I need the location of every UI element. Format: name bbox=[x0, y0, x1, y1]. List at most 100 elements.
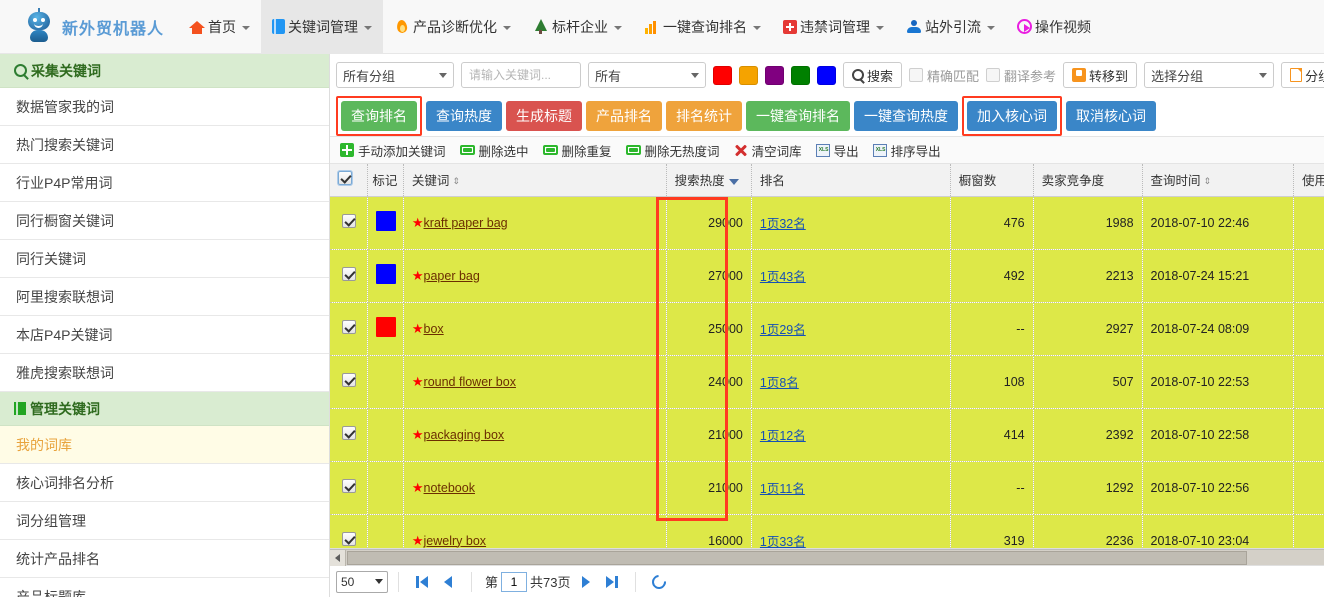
sidebar-item-1-3[interactable]: 行业P4P常用词 bbox=[0, 164, 329, 202]
row-tool-7[interactable]: 排序导出 bbox=[872, 141, 941, 160]
mark-color-swatch[interactable] bbox=[375, 211, 396, 231]
row-checkbox-cell[interactable] bbox=[330, 514, 369, 548]
rank-link[interactable]: 1页29名 bbox=[760, 323, 806, 337]
color-swatch-4[interactable] bbox=[791, 65, 810, 85]
sidebar-item-1-6[interactable]: 阿里搜索联想词 bbox=[0, 278, 329, 316]
action-tab-4[interactable]: 产品排名 bbox=[586, 101, 662, 131]
row-tool-5[interactable]: 清空词库 bbox=[734, 141, 802, 160]
select-all-checkbox[interactable] bbox=[338, 171, 352, 186]
row-checkbox-cell[interactable] bbox=[330, 249, 369, 303]
action-tab-8[interactable]: 加入核心词 bbox=[967, 101, 1057, 131]
mark-color-swatch[interactable] bbox=[375, 264, 396, 284]
nav-item-2[interactable]: 关键词管理 bbox=[261, 0, 384, 54]
rank-cell[interactable]: 1页12名 bbox=[751, 408, 951, 462]
sidebar-item-2-4[interactable]: 统计产品排名 bbox=[0, 540, 329, 578]
row-checkbox[interactable] bbox=[341, 426, 356, 440]
action-tab-1[interactable]: 查询排名 bbox=[341, 101, 417, 131]
rank-link[interactable]: 1页8名 bbox=[760, 376, 799, 390]
star-icon[interactable]: ★ bbox=[412, 215, 424, 230]
star-icon[interactable]: ★ bbox=[412, 427, 424, 442]
refresh-button[interactable] bbox=[646, 571, 672, 593]
rank-cell[interactable]: 1页8名 bbox=[751, 355, 951, 409]
rank-link[interactable]: 1页12名 bbox=[760, 429, 806, 443]
star-icon[interactable]: ★ bbox=[412, 321, 424, 336]
sidebar-item-1-1[interactable]: 数据管家我的词 bbox=[0, 88, 329, 126]
star-icon[interactable]: ★ bbox=[412, 533, 424, 548]
keyword-link[interactable]: notebook bbox=[424, 481, 475, 495]
group-pick-select[interactable]: 选择分组 bbox=[1144, 62, 1275, 88]
sidebar-item-2-2[interactable]: 核心词排名分析 bbox=[0, 464, 329, 502]
rank-cell[interactable]: 1页32名 bbox=[751, 196, 951, 250]
sidebar-item-2-5[interactable]: 产品标题库 bbox=[0, 578, 329, 597]
row-tool-6[interactable]: 导出 bbox=[815, 141, 859, 160]
mark-color-cell[interactable] bbox=[367, 249, 404, 303]
row-checkbox[interactable] bbox=[341, 532, 356, 546]
scrollbar-thumb[interactable] bbox=[347, 550, 1247, 565]
action-tab-7[interactable]: 一键查询热度 bbox=[854, 101, 958, 131]
row-checkbox-cell[interactable] bbox=[330, 196, 369, 250]
keyword-cell[interactable]: ★notebook bbox=[403, 461, 667, 515]
sidebar-item-2-1[interactable]: 我的词库 bbox=[0, 426, 329, 464]
mark-color-cell[interactable] bbox=[367, 302, 404, 356]
scroll-left-arrow[interactable] bbox=[330, 549, 346, 566]
rank-cell[interactable]: 1页29名 bbox=[751, 302, 951, 356]
nav-item-6[interactable]: 违禁词管理 bbox=[772, 0, 895, 54]
row-tool-4[interactable]: 删除无热度词 bbox=[625, 141, 720, 160]
row-checkbox[interactable] bbox=[341, 214, 356, 228]
sidebar-item-1-8[interactable]: 雅虎搜索联想词 bbox=[0, 354, 329, 392]
mark-color-cell[interactable] bbox=[367, 514, 404, 548]
nav-item-7[interactable]: 站外引流 bbox=[895, 0, 1006, 54]
mark-color-cell[interactable] bbox=[367, 196, 404, 250]
action-tab-9[interactable]: 取消核心词 bbox=[1066, 101, 1156, 131]
keyword-link[interactable]: box bbox=[424, 322, 444, 336]
exact-match-checkbox[interactable]: 精确匹配 bbox=[909, 66, 979, 85]
row-checkbox[interactable] bbox=[341, 320, 356, 334]
keyword-cell[interactable]: ★paper bag bbox=[403, 249, 667, 303]
keyword-search-input[interactable] bbox=[461, 62, 581, 88]
star-icon[interactable]: ★ bbox=[412, 480, 424, 495]
mark-color-cell[interactable] bbox=[367, 355, 404, 409]
brand[interactable]: 新外贸机器人 bbox=[26, 7, 164, 43]
rank-cell[interactable]: 1页11名 bbox=[751, 461, 951, 515]
nav-item-5[interactable]: 一键查询排名 bbox=[633, 0, 772, 54]
last-page-button[interactable] bbox=[599, 571, 625, 593]
first-page-button[interactable] bbox=[409, 571, 435, 593]
row-tool-1[interactable]: 手动添加关键词 bbox=[340, 141, 446, 160]
row-checkbox-cell[interactable] bbox=[330, 355, 369, 409]
nav-item-1[interactable]: 首页 bbox=[178, 0, 261, 54]
color-swatch-2[interactable] bbox=[739, 65, 758, 85]
sidebar-item-1-7[interactable]: 本店P4P关键词 bbox=[0, 316, 329, 354]
action-tab-2[interactable]: 查询热度 bbox=[426, 101, 502, 131]
rank-link[interactable]: 1页43名 bbox=[760, 270, 806, 284]
query-time-header[interactable]: 查询时间 ⇕ bbox=[1142, 164, 1295, 197]
color-swatch-5[interactable] bbox=[817, 65, 836, 85]
row-checkbox-cell[interactable] bbox=[330, 302, 369, 356]
row-checkbox[interactable] bbox=[341, 373, 356, 387]
rank-link[interactable]: 1页33名 bbox=[760, 535, 806, 548]
mark-color-cell[interactable] bbox=[367, 461, 404, 515]
sidebar-item-2-3[interactable]: 词分组管理 bbox=[0, 502, 329, 540]
mark-color-cell[interactable] bbox=[367, 408, 404, 462]
row-checkbox[interactable] bbox=[341, 479, 356, 493]
sidebar-item-1-2[interactable]: 热门搜索关键词 bbox=[0, 126, 329, 164]
star-icon[interactable]: ★ bbox=[412, 374, 424, 389]
keyword-link[interactable]: jewelry box bbox=[424, 534, 487, 548]
rank-link[interactable]: 1页11名 bbox=[760, 482, 805, 496]
rank-cell[interactable]: 1页33名 bbox=[751, 514, 951, 548]
nav-item-3[interactable]: 产品诊断优化 bbox=[383, 0, 522, 54]
color-swatch-3[interactable] bbox=[765, 65, 784, 85]
nav-item-8[interactable]: 操作视频 bbox=[1006, 0, 1102, 54]
keyword-cell[interactable]: ★packaging box bbox=[403, 408, 667, 462]
search-button[interactable]: 搜索 bbox=[843, 62, 903, 88]
keyword-link[interactable]: kraft paper bag bbox=[424, 216, 508, 230]
page-number-input[interactable] bbox=[501, 571, 528, 592]
select-all-header[interactable] bbox=[330, 164, 369, 197]
sidebar-item-1-5[interactable]: 同行关键词 bbox=[0, 240, 329, 278]
row-tool-3[interactable]: 删除重复 bbox=[542, 141, 612, 160]
sidebar-item-1-4[interactable]: 同行橱窗关键词 bbox=[0, 202, 329, 240]
keyword-link[interactable]: packaging box bbox=[424, 428, 505, 442]
prev-page-button[interactable] bbox=[435, 571, 461, 593]
keyword-cell[interactable]: ★round flower box bbox=[403, 355, 667, 409]
scope-select[interactable]: 所有 bbox=[588, 62, 706, 88]
keyword-link[interactable]: round flower box bbox=[424, 375, 516, 389]
